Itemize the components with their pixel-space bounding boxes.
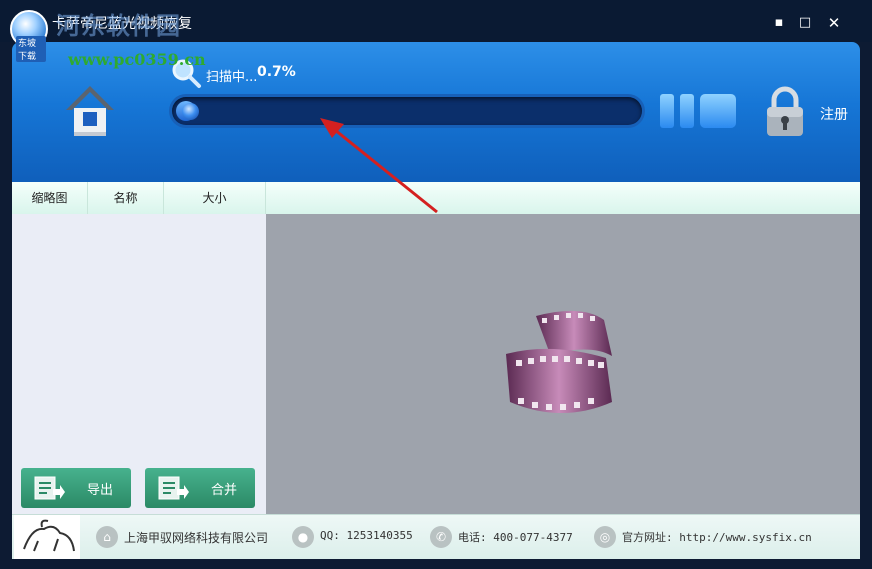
merge-icon [158,476,189,500]
scan-progress-bar [172,97,642,125]
column-thumbnail[interactable]: 缩略图 [12,182,88,214]
minimize-button[interactable]: ▪ [768,12,790,34]
pause-bar-left [660,94,674,128]
phone-number: 电话: 400-077-4377 [458,531,573,544]
scan-progress-percent: 0.7% [257,64,296,80]
watermark-site-name: 河东软件园 [56,12,181,40]
app-logo-icon: 东坡下载 [10,10,48,62]
video-preview-area [266,214,860,514]
home-icon[interactable] [64,82,116,138]
scan-status-label: 扫描中... [206,70,258,85]
close-button[interactable]: ✕ [823,12,845,34]
merge-label: 合并 [211,483,238,498]
maximize-button[interactable]: □ [794,12,816,34]
globe-icon: ◎ [594,526,616,548]
progress-knob-icon [182,103,199,120]
register-button[interactable]: 注册 [820,104,848,124]
column-size[interactable]: 大小 [164,182,266,214]
export-icon [34,476,65,500]
phone-icon: ✆ [430,526,452,548]
pause-bar-right [680,94,694,128]
column-name[interactable]: 名称 [88,182,164,214]
file-list-header: 缩略图 名称 大小 [12,182,860,215]
qq-icon: ● [292,526,314,548]
footer-bar: ⌂ 上海甲驭网络科技有限公司 ● QQ: 1253140355 ✆ 电话: 40… [12,514,860,559]
film-reel-icon [506,310,612,413]
app-logo-tag: 东坡下载 [16,36,46,62]
qq-number: QQ: 1253140355 [320,529,413,542]
watermark-url: www.pc0359.cn [68,50,206,69]
building-icon: ⌂ [96,526,118,548]
lock-icon[interactable] [764,84,806,138]
export-button[interactable]: 导出 [21,468,131,508]
company-name: 上海甲驭网络科技有限公司 [124,531,269,545]
official-website[interactable]: 官方网址: http://www.sysfix.cn [622,529,812,545]
stop-icon[interactable] [700,94,736,128]
merge-button[interactable]: 合并 [145,468,255,508]
company-logo-icon [14,515,80,559]
export-label: 导出 [87,483,114,498]
file-list-panel[interactable]: 导出 合并 [12,214,266,514]
